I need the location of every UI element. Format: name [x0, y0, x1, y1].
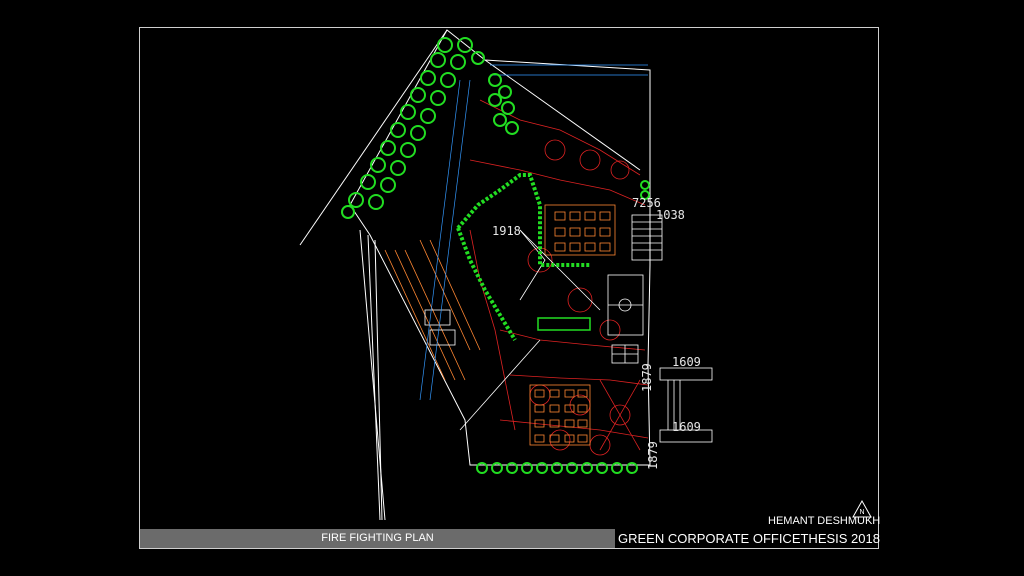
dimension-label: 1038 — [656, 208, 685, 222]
dimension-label: 1918 — [492, 224, 521, 238]
dimension-label: 1609 — [672, 355, 701, 369]
dimension-label: 1879 — [640, 363, 654, 392]
sheet-frame — [139, 27, 879, 549]
sheet-title: FIRE FIGHTING PLAN — [140, 529, 615, 548]
author-name: HEMANT DESHMUKH — [768, 515, 881, 527]
dimension-label: 1879 — [646, 441, 660, 470]
dimension-label: 1609 — [672, 420, 701, 434]
project-title: GREEN CORPORATE OFFICETHESIS 2018 — [618, 531, 880, 546]
